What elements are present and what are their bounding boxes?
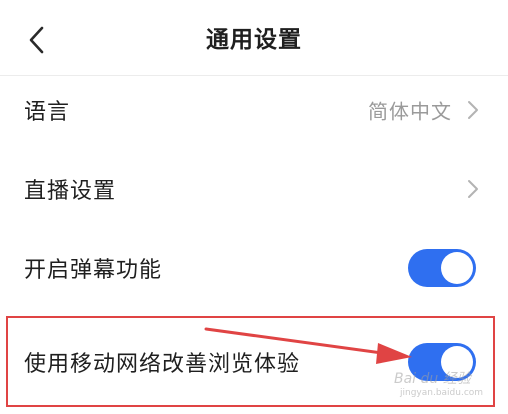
chevron-right-icon — [468, 180, 478, 198]
toggle-knob — [441, 252, 473, 284]
chevron-right-icon — [468, 101, 478, 119]
setting-row-mobile-network: 使用移动网络改善浏览体验 — [0, 322, 508, 402]
page-title: 通用设置 — [206, 27, 302, 53]
title-bar: 通用设置 — [0, 0, 508, 76]
setting-row-language[interactable]: 语言 简体中文 — [0, 70, 508, 150]
setting-row-danmaku: 开启弹幕功能 — [0, 228, 508, 308]
setting-value: 简体中文 — [368, 99, 452, 124]
toggle-knob — [441, 346, 473, 378]
setting-label: 开启弹幕功能 — [24, 258, 163, 283]
setting-label: 使用移动网络改善浏览体验 — [24, 352, 301, 377]
setting-row-live-stream[interactable]: 直播设置 — [0, 149, 508, 229]
setting-label: 直播设置 — [24, 179, 117, 204]
setting-label: 语言 — [24, 100, 71, 125]
mobile-network-toggle[interactable] — [408, 343, 476, 381]
danmaku-toggle[interactable] — [408, 249, 476, 287]
